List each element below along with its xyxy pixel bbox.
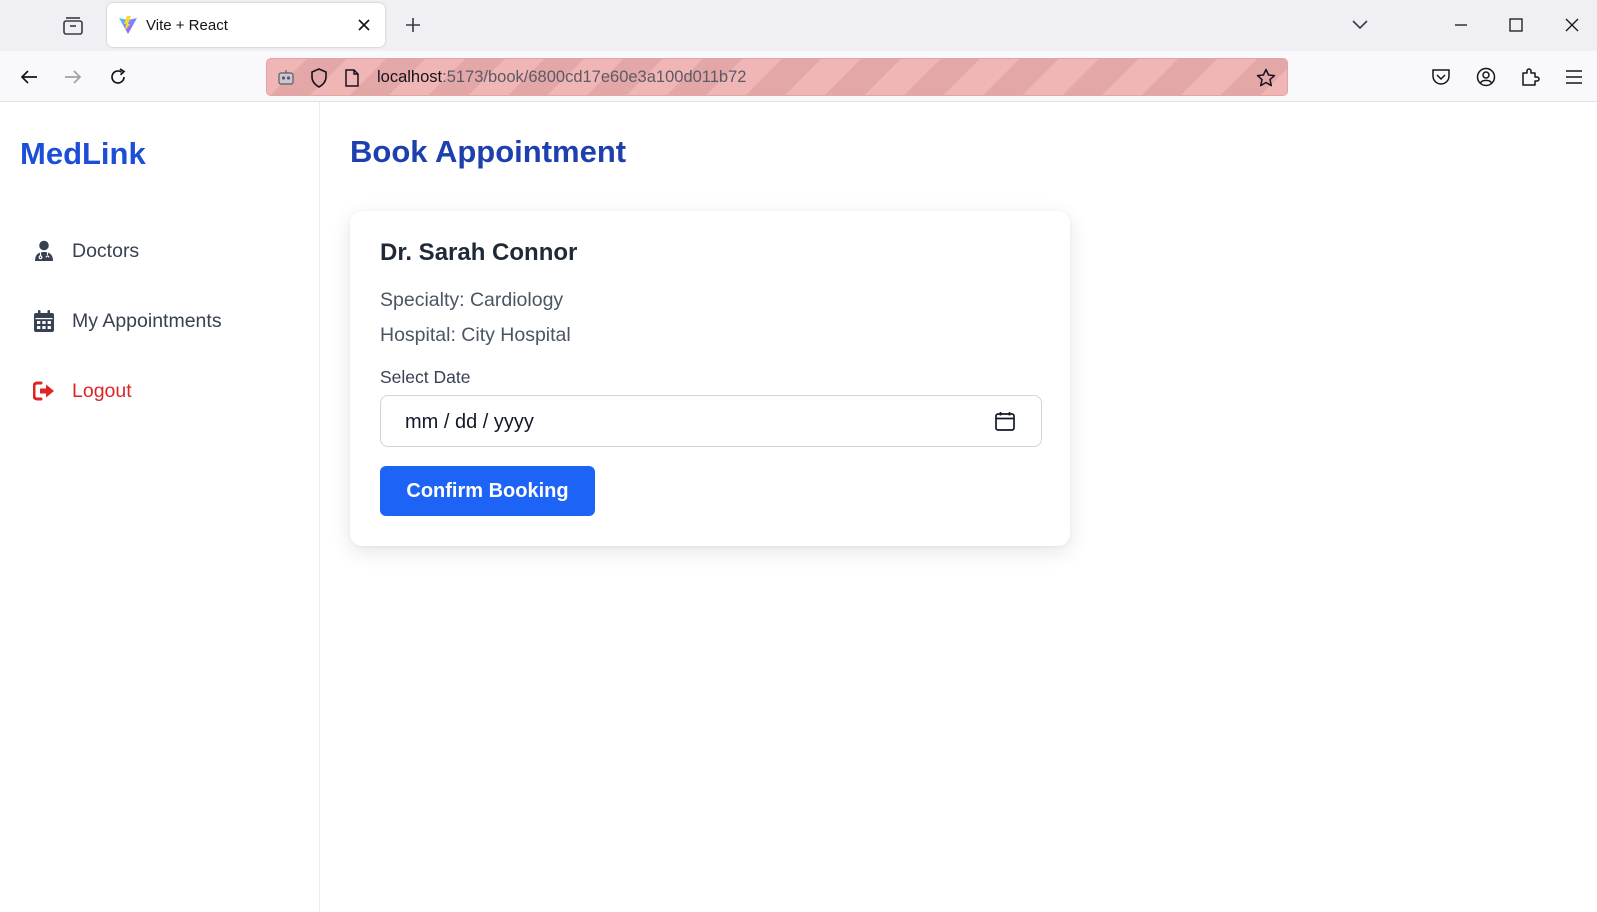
doctor-specialty: Specialty: Cardiology — [380, 289, 564, 311]
date-field-label: Select Date — [380, 367, 471, 387]
maximize-icon — [1509, 18, 1523, 32]
confirm-booking-button[interactable]: Confirm Booking — [380, 466, 595, 516]
bookmark-star-icon[interactable] — [1255, 67, 1277, 89]
shield-icon[interactable] — [308, 67, 330, 89]
close-window-button[interactable] — [1554, 8, 1590, 42]
close-icon — [1565, 18, 1579, 32]
date-input[interactable]: mm / dd / yyyy — [380, 395, 1042, 447]
plus-icon — [406, 18, 420, 32]
minimize-icon — [1455, 24, 1467, 26]
doctor-icon — [32, 239, 56, 263]
browser-tab-bar: Vite + React — [0, 0, 1597, 51]
vite-logo-icon — [118, 15, 138, 35]
reload-icon — [111, 68, 126, 84]
doctor-name: Dr. Sarah Connor — [380, 239, 578, 266]
reload-button[interactable] — [102, 61, 134, 93]
new-tab-button[interactable] — [399, 11, 427, 39]
sidebar-item-doctors[interactable]: Doctors — [32, 231, 139, 271]
sidebar-item-my-appointments[interactable]: My Appointments — [32, 301, 222, 341]
minimize-button[interactable] — [1443, 8, 1479, 42]
menu-button[interactable] — [1558, 61, 1590, 93]
account-button[interactable] — [1470, 61, 1502, 93]
date-placeholder[interactable]: mm / dd / yyyy — [405, 411, 534, 434]
back-button[interactable] — [13, 61, 45, 93]
url-path: :5173/book/6800cd17e60e3a100d011b72 — [442, 68, 747, 86]
account-icon — [1476, 67, 1496, 87]
sidebar-item-label: Logout — [72, 379, 132, 402]
sidebar-item-label: Doctors — [72, 239, 140, 262]
tab-tray-icon — [63, 17, 83, 35]
calendar-picker-icon[interactable] — [993, 409, 1017, 433]
pocket-button[interactable] — [1425, 61, 1457, 93]
tab-overview-button[interactable] — [58, 12, 88, 40]
arrow-left-icon — [20, 70, 37, 84]
forward-button[interactable] — [57, 61, 89, 93]
url-text: localhost:5173/book/6800cd17e60e3a100d01… — [377, 68, 746, 87]
robot-icon — [275, 67, 297, 89]
puzzle-icon — [1522, 68, 1540, 86]
hamburger-menu-icon — [1566, 70, 1582, 84]
url-host: localhost — [377, 68, 443, 86]
logout-icon — [32, 379, 56, 403]
sidebar-item-label: My Appointments — [72, 309, 222, 332]
active-tab[interactable]: Vite + React — [107, 3, 385, 47]
arrow-right-icon — [65, 70, 82, 84]
close-tab-icon[interactable] — [353, 14, 375, 36]
page-title: Book Appointment — [350, 134, 627, 169]
chevron-down-icon — [1352, 20, 1368, 30]
address-bar[interactable]: localhost:5173/book/6800cd17e60e3a100d01… — [266, 58, 1288, 96]
maximize-button[interactable] — [1498, 8, 1534, 42]
pocket-icon — [1432, 69, 1450, 85]
sidebar: MedLink Doctors My Appointments Logout — [0, 102, 320, 912]
tab-title: Vite + React — [146, 16, 228, 34]
booking-card: Dr. Sarah Connor Specialty: Cardiology H… — [350, 211, 1070, 546]
brand-logo[interactable]: MedLink — [20, 136, 146, 172]
sidebar-item-logout[interactable]: Logout — [32, 371, 132, 411]
browser-nav-bar: localhost:5173/book/6800cd17e60e3a100d01… — [0, 51, 1597, 102]
page-icon[interactable] — [341, 67, 363, 89]
extensions-button[interactable] — [1514, 61, 1546, 93]
list-all-tabs-button[interactable] — [1342, 8, 1378, 42]
calendar-icon — [32, 309, 56, 333]
doctor-hospital: Hospital: City Hospital — [380, 324, 571, 346]
